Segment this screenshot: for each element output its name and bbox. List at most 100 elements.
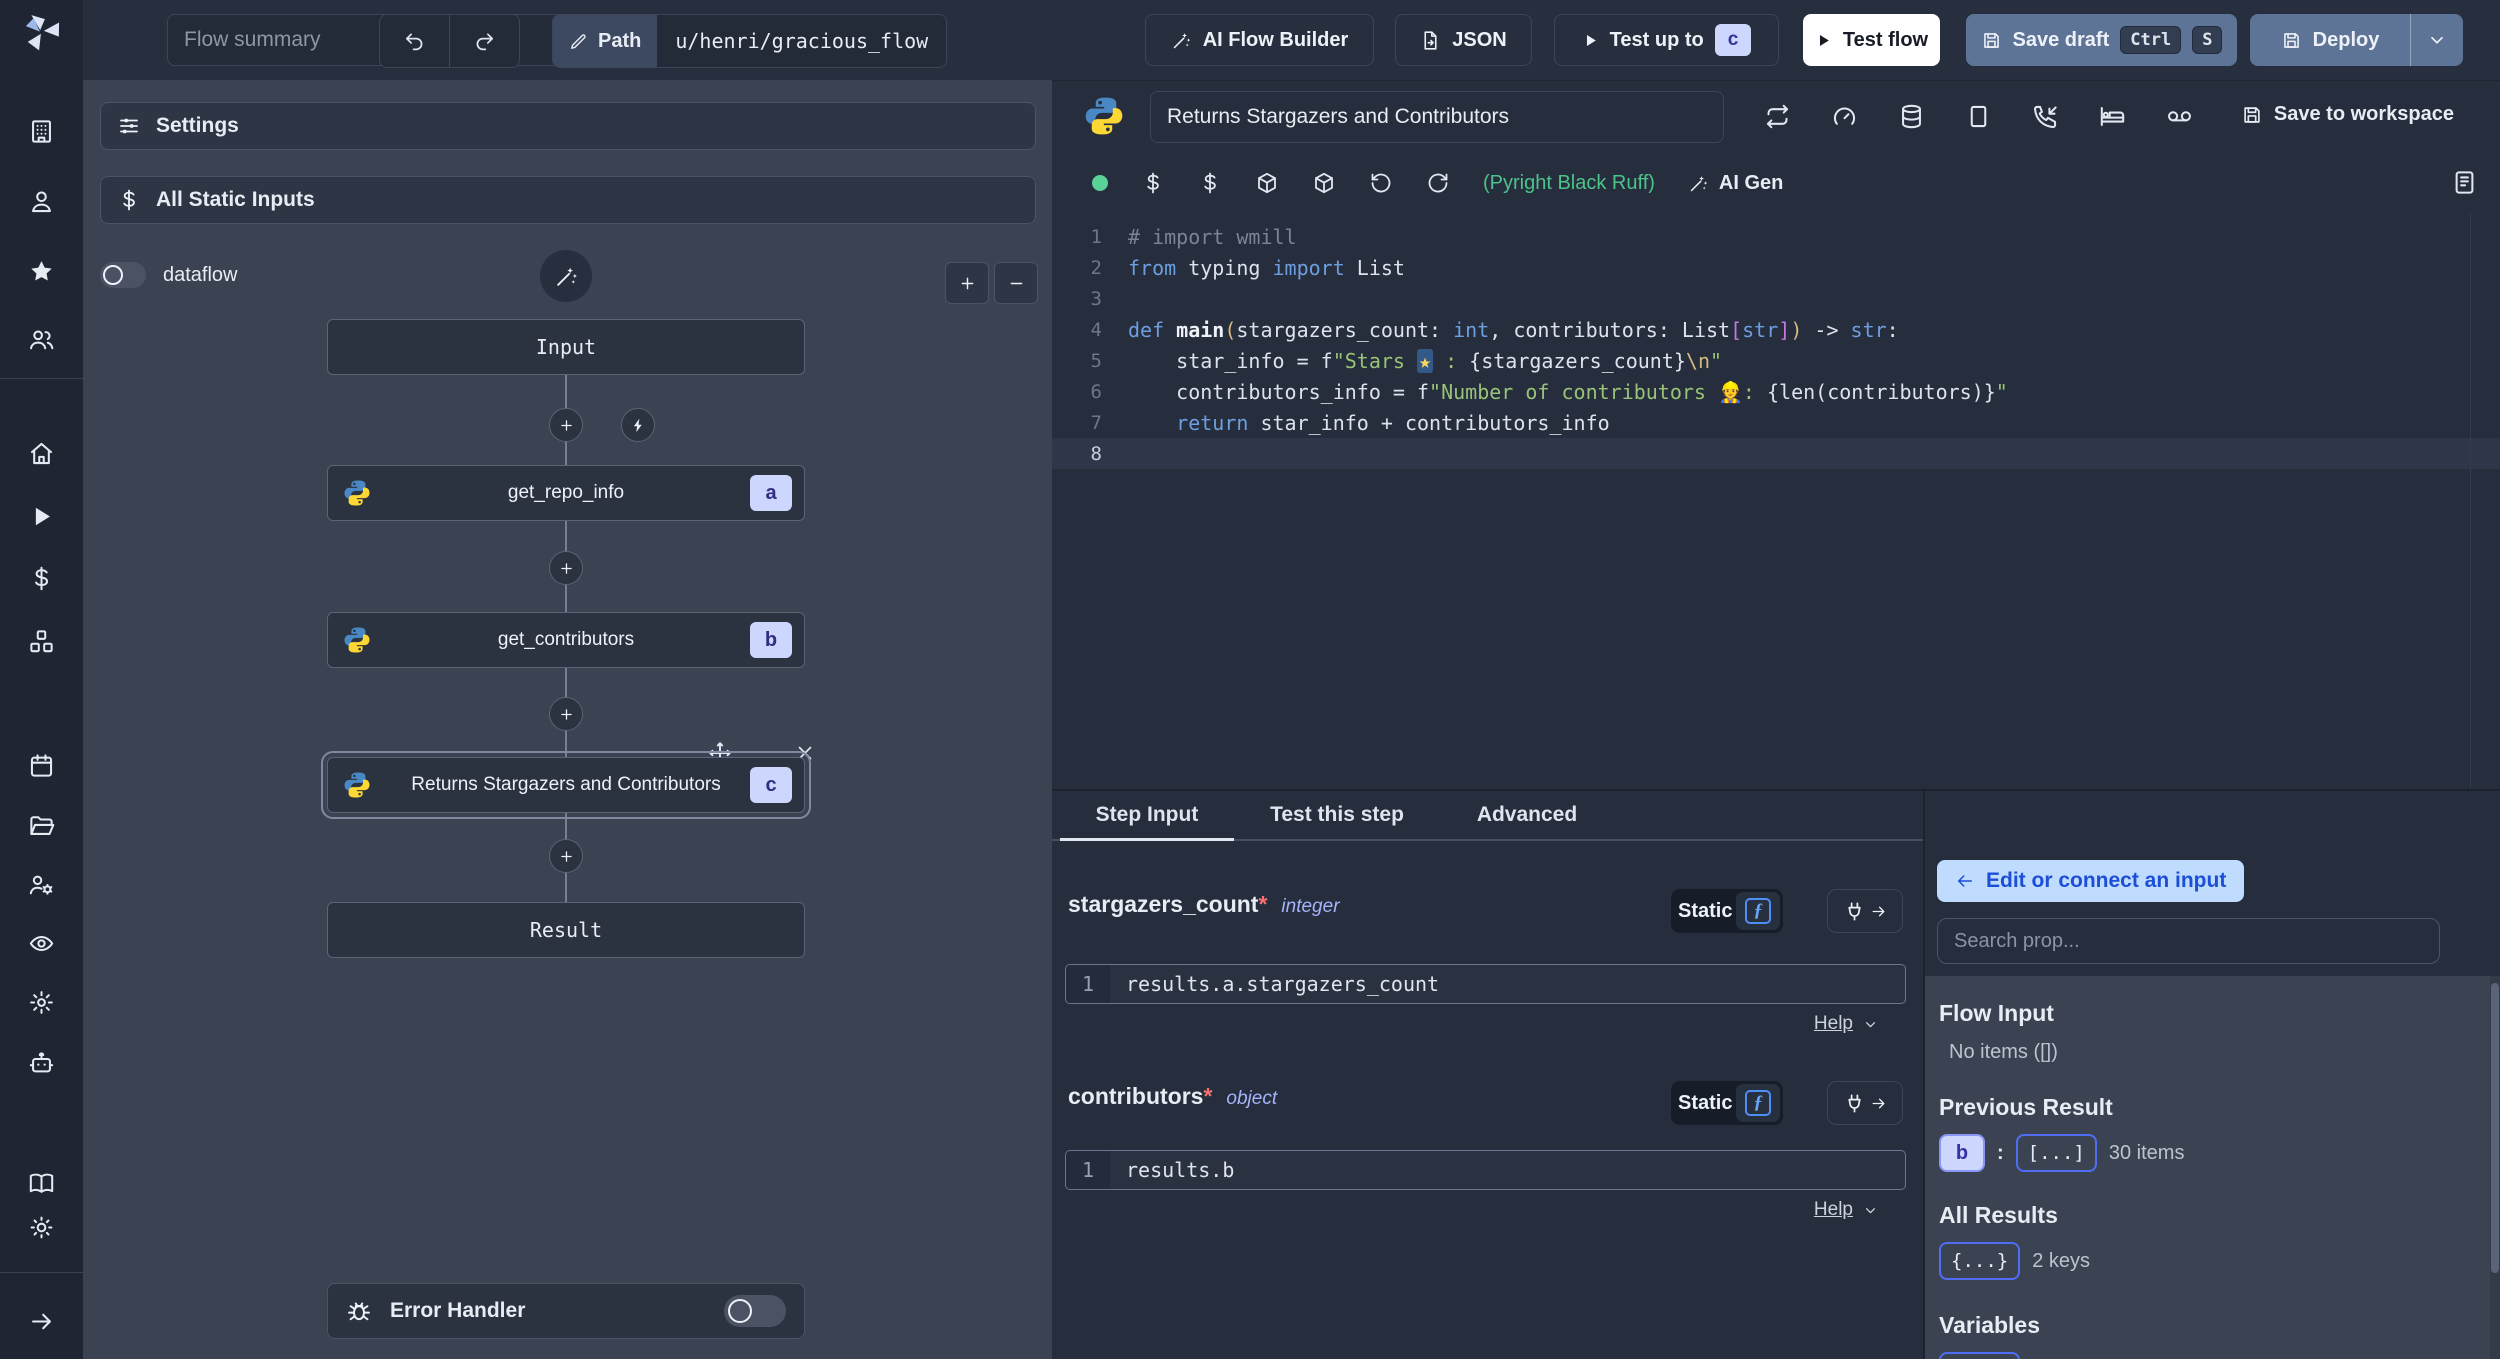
add-step-button[interactable] [549, 408, 583, 442]
history-icon[interactable] [1369, 171, 1393, 195]
users-icon[interactable] [28, 326, 55, 353]
chevron-down-icon [1862, 1016, 1879, 1033]
save-draft-button[interactable]: Save draft Ctrl S [1966, 14, 2237, 66]
arrow-right-icon[interactable] [28, 1308, 55, 1335]
code-line[interactable]: 7 return star_info + contributors_info [1052, 407, 2500, 438]
graph-zoom-out-button[interactable] [994, 262, 1038, 304]
static-mode-option[interactable]: Static [1674, 1092, 1736, 1115]
code-editor[interactable]: 1 # import wmill 2 from typing import List 3… [1052, 213, 2500, 789]
library-icon[interactable] [2451, 169, 2478, 196]
flow-graph-panel: Settings All Static Inputs dataflow Inpu… [83, 80, 1052, 1359]
voicemail-icon[interactable] [2166, 103, 2193, 130]
calendar-icon[interactable] [28, 752, 55, 779]
graph-node-input[interactable]: Input [327, 319, 805, 375]
graph-node-returns-stargazers[interactable]: Returns Stargazers and Contributors c [321, 751, 811, 819]
ai-gen-button[interactable]: AI Gen [1688, 172, 1783, 195]
phone-incoming-icon[interactable] [2032, 103, 2059, 130]
left-nav-rail [0, 0, 83, 1359]
dollar-icon[interactable] [1198, 171, 1222, 195]
user-icon[interactable] [28, 188, 55, 215]
help-toggle[interactable]: Help [1814, 1199, 1879, 1221]
trigger-bolt-button[interactable] [621, 408, 655, 442]
code-line[interactable]: 1 # import wmill [1052, 221, 2500, 252]
expand-object-badge[interactable]: {...} [1939, 1352, 2021, 1359]
add-step-button[interactable] [549, 839, 583, 873]
props-scrollbar-thumb[interactable] [2491, 983, 2499, 1273]
package-icon[interactable] [1312, 171, 1336, 195]
connect-input-button[interactable] [1827, 1081, 1903, 1125]
previous-result-step-badge[interactable]: b [1939, 1134, 1985, 1172]
flow-settings-row[interactable]: Settings [100, 102, 1036, 150]
deploy-dropdown-button[interactable] [2410, 14, 2463, 66]
ai-graph-wand-button[interactable] [540, 250, 592, 302]
gauge-icon[interactable] [1831, 103, 1858, 130]
home-icon[interactable] [28, 440, 55, 467]
add-step-button[interactable] [549, 551, 583, 585]
undo-button[interactable] [380, 15, 449, 67]
eye-icon[interactable] [28, 930, 55, 957]
graph-zoom-in-button[interactable] [945, 262, 989, 304]
graph-node-get-contributors[interactable]: get_contributors b [327, 612, 805, 668]
code-line[interactable]: 8 [1052, 438, 2500, 469]
static-mode-option[interactable]: Static [1674, 900, 1736, 923]
ai-flow-builder-button[interactable]: AI Flow Builder [1145, 14, 1374, 66]
search-prop-input[interactable] [1937, 918, 2440, 964]
play-icon[interactable] [28, 503, 55, 530]
test-flow-button[interactable]: Test flow [1803, 14, 1940, 66]
graph-node-result[interactable]: Result [327, 902, 805, 958]
tab-test-this-step[interactable]: Test this step [1240, 791, 1434, 839]
star-icon[interactable] [28, 258, 55, 285]
code-line[interactable]: 6 contributors_info = f"Number of contri… [1052, 376, 2500, 407]
expand-array-badge[interactable]: [...] [2015, 1134, 2097, 1172]
repeat-icon[interactable] [1764, 103, 1791, 130]
book-icon[interactable] [28, 1170, 55, 1197]
bed-icon[interactable] [2099, 103, 2126, 130]
expression-input-stargazers[interactable]: 1 results.a.stargazers_count [1065, 964, 1906, 1004]
code-line[interactable]: 2 from typing import List [1052, 252, 2500, 283]
redo-button[interactable] [449, 15, 519, 67]
folder-icon[interactable] [28, 812, 55, 839]
tab-advanced[interactable]: Advanced [1450, 791, 1604, 839]
reload-icon[interactable] [1426, 171, 1450, 195]
save-to-workspace-button[interactable]: Save to workspace [2241, 103, 2454, 126]
windmill-logo-icon[interactable] [20, 10, 64, 54]
step-title-input[interactable] [1150, 91, 1724, 143]
dollar-icon[interactable] [28, 565, 55, 592]
path-field[interactable]: Path u/henri/gracious_flow [552, 14, 948, 68]
test-up-to-label: Test up to [1609, 28, 1704, 51]
connect-input-button[interactable] [1827, 889, 1903, 933]
json-button[interactable]: JSON [1395, 14, 1532, 66]
sun-icon[interactable] [28, 1214, 55, 1241]
tab-step-input[interactable]: Step Input [1060, 791, 1234, 841]
help-toggle[interactable]: Help [1814, 1013, 1879, 1035]
bot-icon[interactable] [28, 1050, 55, 1077]
add-step-button[interactable] [549, 697, 583, 731]
expand-object-badge[interactable]: {...} [1939, 1242, 2021, 1280]
dollar-icon[interactable] [1141, 171, 1165, 195]
code-line[interactable]: 5 star_info = f"Stars ★ : {stargazers_co… [1052, 345, 2500, 376]
package-icon[interactable] [1255, 171, 1279, 195]
building-icon[interactable] [28, 118, 55, 145]
expression-mode-option[interactable]: ƒ [1736, 1084, 1780, 1122]
code-line[interactable]: 3 [1052, 283, 2500, 314]
graph-node-get-repo-info[interactable]: get_repo_info a [327, 465, 805, 521]
boxes-icon[interactable] [28, 628, 55, 655]
gear-icon[interactable] [28, 989, 55, 1016]
error-handler-toggle[interactable] [724, 1295, 786, 1327]
deploy-button[interactable]: Deploy [2250, 14, 2410, 66]
test-up-to-button[interactable]: Test up to c [1554, 14, 1779, 66]
plus-icon [558, 706, 575, 723]
expression-input-contributors[interactable]: 1 results.b [1065, 1150, 1906, 1190]
edit-or-connect-input-button[interactable]: Edit or connect an input [1937, 860, 2245, 902]
error-handler-row[interactable]: Error Handler [327, 1283, 805, 1339]
code-line[interactable]: 4 def main(stargazers_count: int, contrib… [1052, 314, 2500, 345]
props-panel-header: Edit or connect an input [1925, 791, 2500, 976]
users-gear-icon[interactable] [28, 871, 55, 898]
dataflow-toggle[interactable] [100, 262, 146, 288]
all-static-inputs-row[interactable]: All Static Inputs [100, 176, 1036, 224]
expression-mode-option[interactable]: ƒ [1736, 892, 1780, 930]
result-node-label: Result [529, 918, 603, 942]
square-icon[interactable] [1965, 103, 1992, 130]
kbd-s: S [2192, 26, 2223, 54]
database-icon[interactable] [1898, 103, 1925, 130]
